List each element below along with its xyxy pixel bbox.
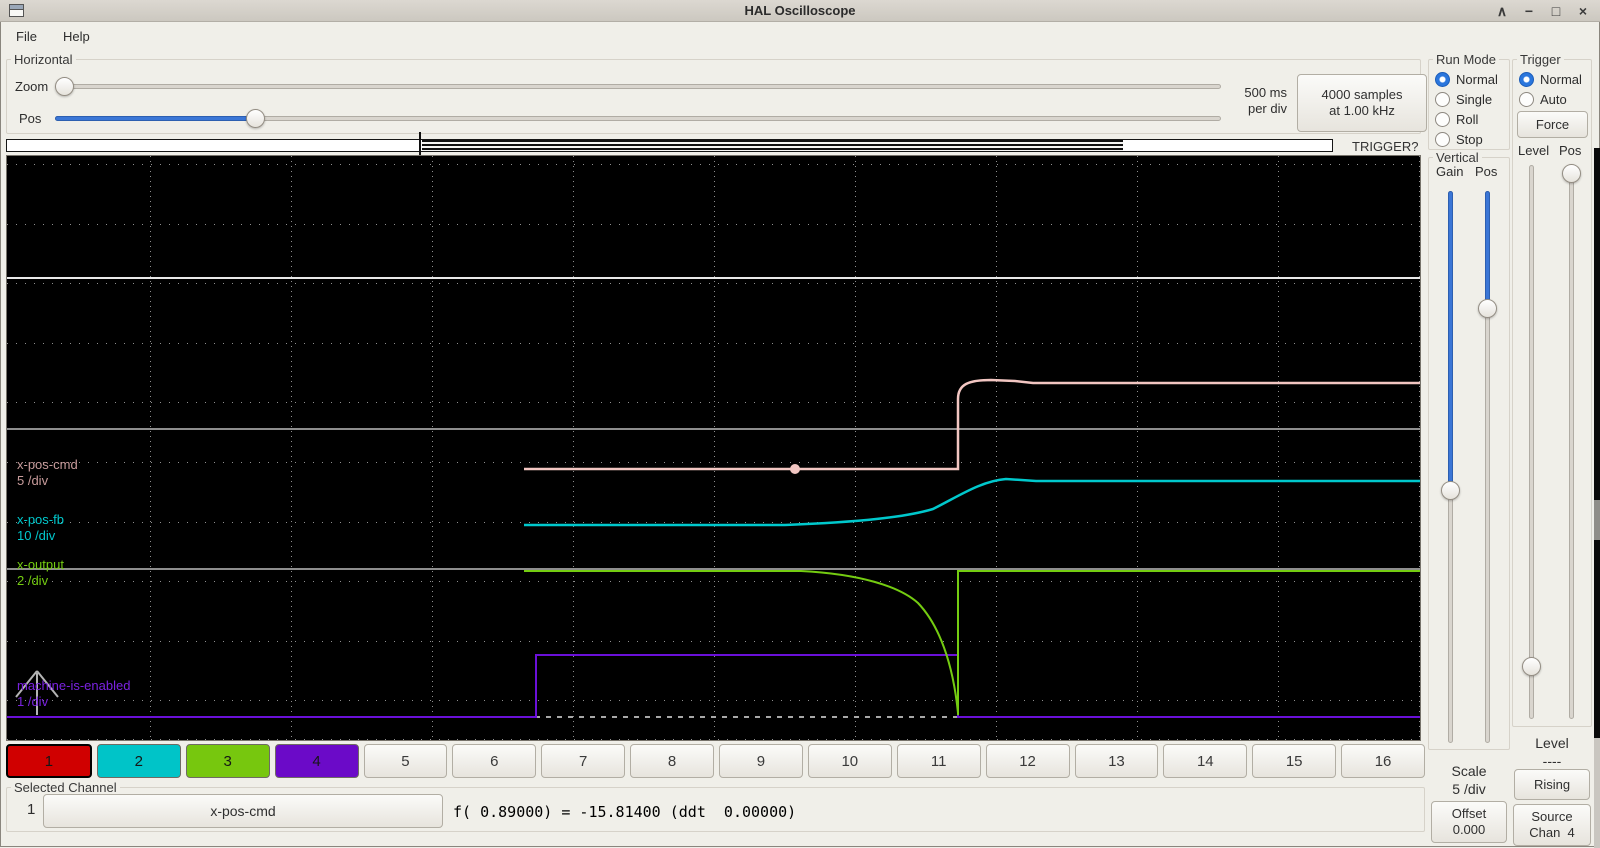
trigger-level-label: Level (1518, 143, 1550, 158)
radio-label: Auto (1540, 91, 1567, 107)
zoom-slider[interactable] (55, 84, 1221, 89)
trace-x-pos-cmd (524, 378, 1420, 471)
run-mode-option-single[interactable]: Single (1429, 89, 1509, 109)
waveform-plot (7, 277, 1420, 718)
radio-icon (1519, 71, 1534, 87)
channel-button-2[interactable]: 2 (96, 744, 181, 778)
samples-button[interactable]: 4000 samples at 1.00 kHz (1297, 74, 1427, 132)
horizontal-frame: Horizontal Zoom Pos (6, 52, 1421, 134)
trigger-level-readout: Level ---- (1535, 735, 1569, 769)
trigger-pos-slider[interactable] (1569, 165, 1574, 719)
run-mode-option-stop[interactable]: Stop (1429, 129, 1509, 149)
close-icon[interactable]: × (1574, 2, 1592, 20)
selected-channel-name-button[interactable]: x-pos-cmd (43, 794, 443, 828)
channel-button-11[interactable]: 11 (896, 744, 981, 778)
radio-label: Normal (1456, 71, 1498, 87)
selected-channel-frame-label: Selected Channel (11, 780, 120, 795)
trigger-level-slider[interactable] (1529, 165, 1534, 719)
trigger-pos-slider-thumb[interactable] (1562, 164, 1581, 183)
record-progress-fill (422, 140, 1123, 151)
radio-label: Roll (1456, 111, 1479, 127)
radio-icon (1435, 91, 1450, 107)
force-button[interactable]: Force (1517, 111, 1588, 138)
channel-button-3[interactable]: 3 (185, 744, 270, 778)
pos-slider-thumb[interactable] (246, 109, 265, 128)
vertical-pos-slider-thumb[interactable] (1478, 299, 1497, 318)
window-title: HAL Oscilloscope (744, 3, 856, 18)
selected-channel-frame: Selected Channel 1 x-pos-cmd f( 0.89000)… (6, 780, 1425, 832)
radio-icon (1519, 91, 1534, 107)
scope-channel-label-machine-is-enabled: machine-is-enabled 1 /div (17, 678, 131, 709)
channel-button-4[interactable]: 4 (274, 744, 359, 778)
zoom-label: Zoom (15, 79, 49, 94)
trace-machine-is-enabled (7, 654, 1420, 718)
scope-channel-label-x-pos-cmd: x-pos-cmd 5 /div (17, 457, 78, 488)
menu-bar: File Help (0, 23, 1600, 50)
radio-icon (1435, 111, 1450, 127)
vertical-pos-slider-fill (1485, 191, 1490, 309)
vertical-frame: Vertical Gain Pos (1428, 150, 1510, 750)
window-icon (9, 4, 24, 17)
record-progress-bar (6, 139, 1333, 152)
radio-label: Single (1456, 91, 1493, 107)
scope-display: x-pos-cmd 5 /div x-pos-fb 10 /div x-output 2 … (6, 155, 1421, 741)
run-mode-option-roll[interactable]: Roll (1429, 109, 1509, 129)
gain-slider-thumb[interactable] (1441, 481, 1460, 500)
trigger-mode-option-auto[interactable]: Auto (1513, 89, 1591, 109)
zoom-slider-thumb[interactable] (55, 77, 74, 96)
run-mode-frame-label: Run Mode (1433, 52, 1499, 67)
trigger-source-button[interactable]: Source Chan 4 (1513, 804, 1591, 846)
run-mode-frame: Run Mode Normal Single Roll Stop (1428, 52, 1510, 150)
title-bar: HAL Oscilloscope ∧ − □ × (0, 0, 1600, 22)
offset-button[interactable]: Offset 0.000 (1431, 801, 1507, 843)
channel-button-13[interactable]: 13 (1074, 744, 1159, 778)
run-mode-option-normal[interactable]: Normal (1429, 69, 1509, 89)
trigger-pos-label: Pos (1559, 143, 1582, 158)
trigger-mode-option-normal[interactable]: Normal (1513, 69, 1591, 89)
maximize-icon[interactable]: □ (1547, 2, 1565, 20)
background-window-sliver (1594, 148, 1600, 848)
trigger-frame: Trigger Normal Auto Force Level Pos (1512, 52, 1592, 727)
vertical-frame-label: Vertical (1433, 150, 1482, 165)
time-per-div-readout: 500 ms per div (1244, 85, 1287, 116)
vertical-pos-label: Pos (1475, 164, 1498, 179)
channel-button-16[interactable]: 16 (1341, 744, 1425, 778)
trigger-level-slider-thumb[interactable] (1522, 657, 1541, 676)
trigger-frame-label: Trigger (1517, 52, 1564, 67)
channel-button-12[interactable]: 12 (985, 744, 1070, 778)
radio-icon (1435, 131, 1450, 147)
horizontal-frame-label: Horizontal (11, 52, 76, 67)
trace-x-pos-fb (524, 477, 1420, 527)
radio-icon (1435, 71, 1450, 87)
selected-channel-number: 1 (27, 801, 36, 818)
channel-button-14[interactable]: 14 (1163, 744, 1248, 778)
rising-button[interactable]: Rising (1514, 769, 1590, 800)
minimize-icon[interactable]: − (1520, 2, 1538, 20)
pos-slider-fill (55, 116, 256, 121)
channel-button-9[interactable]: 9 (719, 744, 803, 778)
gain-slider-fill (1448, 191, 1453, 491)
channel-button-7[interactable]: 7 (541, 744, 626, 778)
trace-x-output (524, 570, 1420, 715)
channel-button-15[interactable]: 15 (1252, 744, 1337, 778)
sample-cursor-dot (790, 464, 800, 474)
channel-button-6[interactable]: 6 (452, 744, 537, 778)
channel-button-5[interactable]: 5 (363, 744, 448, 778)
scope-channel-label-x-pos-fb: x-pos-fb 10 /div (17, 512, 64, 543)
channel-value-readout: f( 0.89000) = -15.81400 (ddt 0.00000) (453, 803, 797, 821)
channel-button-8[interactable]: 8 (630, 744, 714, 778)
menu-help[interactable]: Help (59, 26, 94, 47)
menu-file[interactable]: File (12, 26, 41, 47)
pos-label: Pos (19, 111, 42, 126)
scale-readout: Scale 5 /div (1451, 763, 1487, 797)
gain-label: Gain (1436, 164, 1464, 179)
radio-label: Normal (1540, 71, 1582, 87)
channel-button-1[interactable]: 1 (6, 744, 92, 778)
channel-selector-row: 1 2 3 4 5 6 7 8 9 10 11 12 13 14 15 16 (6, 744, 1425, 778)
shade-icon[interactable]: ∧ (1493, 2, 1511, 20)
radio-label: Stop (1456, 131, 1483, 147)
channel-button-10[interactable]: 10 (807, 744, 892, 778)
trigger-status-label: TRIGGER? (1352, 139, 1419, 154)
scope-channel-label-x-output: x-output 2 /div (17, 557, 64, 588)
